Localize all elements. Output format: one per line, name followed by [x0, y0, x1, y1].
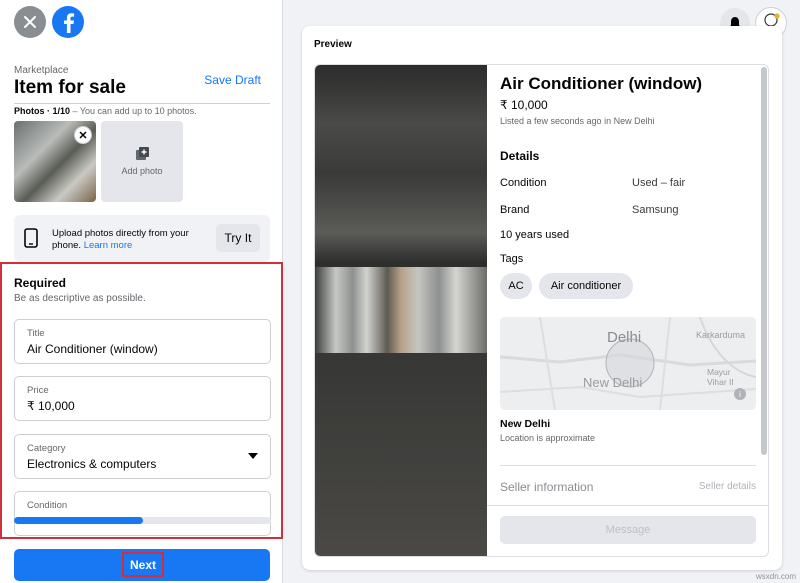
message-button: Message: [500, 516, 756, 544]
close-button[interactable]: [14, 6, 46, 38]
required-subtitle: Be as descriptive as possible.: [14, 293, 146, 304]
category-label: Category: [27, 443, 66, 454]
upload-text: Upload photos directly from your phone. …: [52, 228, 202, 252]
tags-heading: Tags: [500, 253, 524, 265]
upload-from-phone-box: Upload photos directly from your phone. …: [14, 215, 270, 262]
save-draft-button[interactable]: Save Draft: [204, 73, 261, 87]
location-note: Location is approximate: [500, 433, 596, 443]
detail-value-condition: Used – fair: [632, 177, 686, 189]
required-title: Required: [14, 276, 67, 290]
photos-hint: – You can add up to 10 photos.: [70, 106, 197, 116]
page-title: Item for sale: [14, 77, 126, 98]
map-info-icon[interactable]: i: [734, 388, 746, 400]
tag-chip[interactable]: AC: [500, 273, 532, 299]
map-label-new-delhi: New Delhi: [583, 375, 643, 390]
details-heading: Details: [500, 149, 540, 163]
detail-value-brand: Samsung: [632, 204, 679, 216]
preview-item-price: ₹ 10,000: [500, 98, 548, 112]
caret-down-icon: [248, 453, 258, 459]
location-name: New Delhi: [500, 418, 551, 430]
footer-divider: [487, 505, 768, 506]
preview-listed-time: Listed a few seconds ago in New Delhi: [500, 116, 655, 126]
map-label-mayur: Mayur: [707, 367, 731, 377]
condition-select[interactable]: Condition: [14, 491, 271, 536]
tag-chip[interactable]: Air conditioner: [539, 273, 633, 299]
add-photo-button[interactable]: Add photo: [101, 121, 183, 202]
category-value: Electronics & computers: [27, 457, 157, 471]
detail-key-condition: Condition: [500, 177, 547, 189]
condition-label: Condition: [27, 500, 68, 511]
next-button[interactable]: Next: [14, 549, 270, 581]
price-value: ₹ 10,000: [27, 399, 75, 413]
info-divider: [500, 465, 756, 466]
progress-fill: [14, 517, 143, 524]
preview-card: Preview Air Conditioner (window) ₹ 10,00…: [302, 26, 782, 570]
title-value: Air Conditioner (window): [27, 342, 158, 356]
phone-icon: [24, 228, 38, 248]
preview-photo: [315, 267, 487, 353]
map-label-vihar: Vihar II: [707, 377, 734, 387]
price-label: Price: [27, 385, 49, 396]
location-map[interactable]: Delhi New Delhi Karkarduma Mayur Vihar II…: [500, 317, 756, 410]
price-field[interactable]: Price ₹ 10,000: [14, 376, 271, 421]
header-divider: [14, 103, 270, 104]
watermark: wsxdn.com: [755, 572, 796, 581]
seller-details-link: Seller details: [698, 481, 756, 492]
add-photo-label: Add photo: [121, 166, 163, 176]
preview-info-panel: Air Conditioner (window) ₹ 10,000 Listed…: [487, 65, 768, 556]
preview-listing: Air Conditioner (window) ₹ 10,000 Listed…: [314, 64, 769, 557]
map-label-karkarduma: Karkarduma: [696, 330, 746, 340]
close-icon: [79, 131, 87, 139]
close-icon: [24, 16, 36, 28]
detail-usage: 10 years used: [500, 229, 570, 241]
preview-scrollbar[interactable]: [761, 67, 767, 455]
learn-more-link[interactable]: Learn more: [84, 240, 133, 251]
facebook-icon: [64, 13, 75, 33]
title-field[interactable]: Title Air Conditioner (window): [14, 319, 271, 364]
next-button-label: Next: [122, 552, 164, 577]
form-progress-bar: [14, 517, 271, 524]
required-section: Required Be as descriptive as possible. …: [0, 262, 283, 539]
preview-label: Preview: [314, 39, 352, 50]
map-label-mayur-vihar: Mayur Vihar II: [707, 367, 734, 387]
photos-count: Photos · 1/10: [14, 106, 71, 116]
left-panel: Marketplace Item for sale Save Draft Pho…: [0, 0, 283, 583]
seller-info-heading: Seller information: [500, 480, 594, 494]
photo-thumbnail[interactable]: [14, 121, 96, 202]
try-it-button[interactable]: Try It: [216, 224, 260, 252]
preview-item-title: Air Conditioner (window): [500, 74, 703, 93]
breadcrumb: Marketplace: [14, 65, 69, 76]
facebook-logo[interactable]: [52, 6, 84, 38]
add-photo-icon: [136, 147, 149, 160]
title-label: Title: [27, 328, 45, 339]
photos-caption: Photos · 1/10 – You can add up to 10 pho…: [14, 106, 197, 116]
top-bar: [14, 6, 84, 38]
map-label-delhi: Delhi: [607, 329, 642, 346]
category-select[interactable]: Category Electronics & computers: [14, 434, 271, 479]
detail-key-brand: Brand: [500, 204, 530, 216]
remove-photo-button[interactable]: [74, 126, 92, 144]
